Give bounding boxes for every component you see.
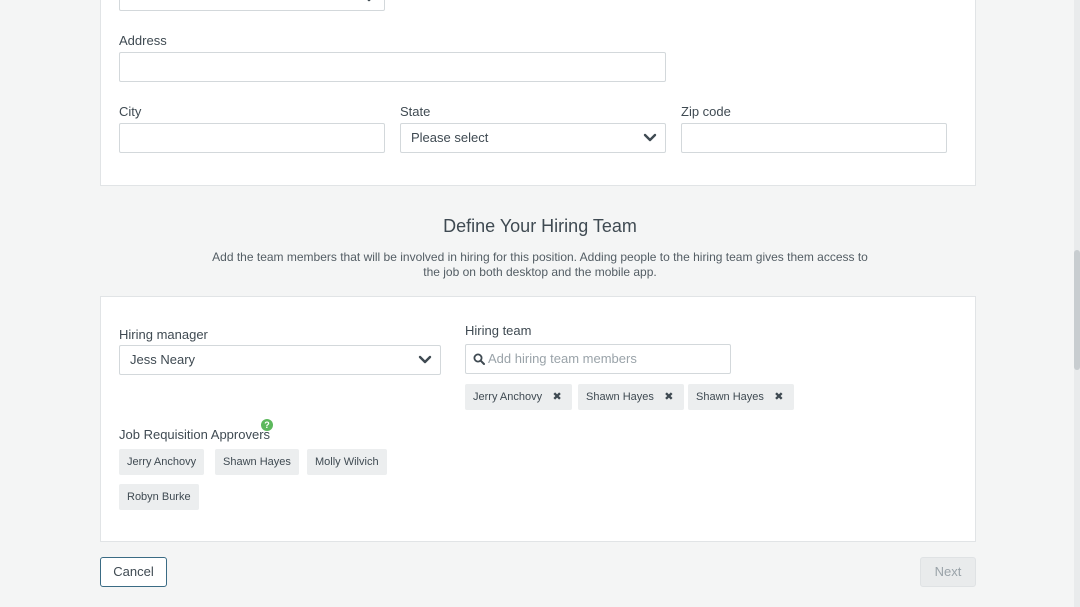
approver-chip: Jerry Anchovy [119, 449, 205, 475]
help-circle-icon[interactable]: ? [261, 419, 273, 431]
country-select-value: United States [130, 0, 208, 10]
approver-chip: Shawn Hayes [215, 449, 299, 475]
state-select-value: Please select [411, 130, 489, 145]
hiring-team-chip: Jerry Anchovy ✖ [465, 384, 573, 410]
chip-label: Molly Wilvich [315, 456, 379, 468]
close-icon[interactable]: ✖ [550, 384, 564, 410]
hiring-team-search-input[interactable]: Add hiring team members [465, 344, 731, 374]
hiring-manager-label: Hiring manager [119, 327, 208, 342]
chip-label: Robyn Burke [127, 491, 191, 503]
cancel-button[interactable]: Cancel [100, 557, 167, 587]
hiring-manager-select[interactable]: Jess Neary [119, 345, 441, 375]
search-icon [473, 353, 485, 365]
zip-label: Zip code [681, 104, 731, 119]
hiring-team-description: Add the team members that will be involv… [212, 250, 868, 279]
zip-code-field[interactable] [681, 123, 947, 153]
hiring-manager-value: Jess Neary [130, 352, 196, 367]
address-label: Address [119, 33, 167, 48]
chevron-down-icon [367, 0, 371, 2]
hiring-team-chip: Shawn Hayes ✖ [578, 384, 684, 410]
hiring-team-label: Hiring team [465, 323, 532, 338]
hiring-team-search-placeholder: Add hiring team members [488, 351, 637, 366]
approver-chip: Molly Wilvich [307, 449, 387, 475]
address-field[interactable] [119, 52, 666, 82]
location-card: United States Address City State Please … [100, 0, 976, 186]
close-icon[interactable]: ✖ [662, 384, 676, 410]
hiring-team-chip: Shawn Hayes ✖ [688, 384, 794, 410]
close-icon[interactable]: ✖ [772, 384, 786, 410]
state-label: State [400, 104, 431, 119]
approver-chip: Robyn Burke [119, 484, 199, 510]
country-select[interactable]: United States [119, 0, 385, 11]
chevron-down-icon [418, 355, 432, 364]
city-label: City [119, 104, 142, 119]
hiring-team-card: Hiring manager Jess Neary Hiring team Ad… [100, 296, 976, 542]
chevron-down-icon [643, 133, 657, 142]
hiring-team-title: Define Your Hiring Team [443, 216, 637, 236]
page-scrollbar[interactable] [1074, 0, 1080, 607]
scrollbar-thumb[interactable] [1074, 250, 1080, 370]
chip-label: Shawn Hayes [696, 391, 764, 403]
chip-label: Jerry Anchovy [473, 391, 543, 403]
chip-label: Jerry Anchovy [127, 456, 197, 468]
chip-label: Shawn Hayes [223, 456, 291, 468]
state-select[interactable]: Please select [400, 123, 666, 153]
city-field[interactable] [119, 123, 385, 153]
approvers-label: Job Requisition Approvers [119, 427, 271, 442]
next-button[interactable]: Next [920, 557, 976, 587]
chip-label: Shawn Hayes [586, 391, 654, 403]
